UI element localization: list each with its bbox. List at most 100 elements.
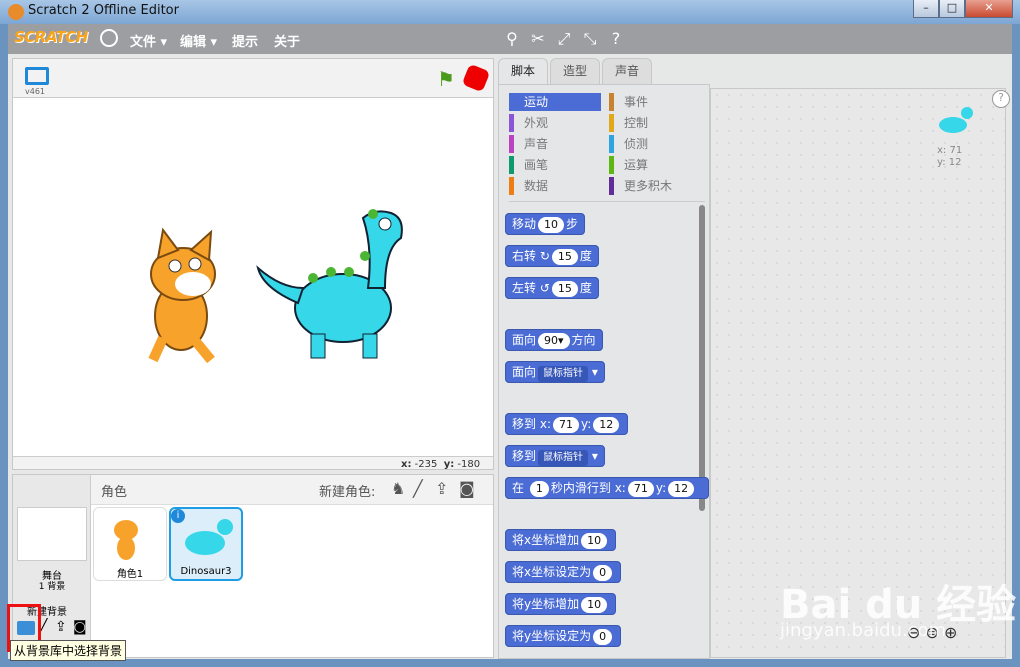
block-input[interactable]: 15	[551, 249, 578, 265]
upload-icon[interactable]: ⇪	[55, 619, 67, 635]
category-item[interactable]: 事件	[609, 93, 701, 111]
help-icon[interactable]: ?	[606, 29, 626, 49]
block-goto-xy[interactable]: 移到 x: 71 y: 12	[505, 413, 629, 435]
block-text: 面向	[512, 365, 537, 379]
category-item[interactable]: 更多积木	[609, 177, 701, 195]
block-input[interactable]: 0	[593, 565, 613, 581]
block-set-x[interactable]: 将x坐标设定为 0	[505, 561, 622, 583]
block-dropdown[interactable]: 鼠标指针	[538, 450, 589, 466]
edit-menu-label: 编辑	[180, 35, 207, 50]
info-icon[interactable]: i	[171, 509, 185, 523]
grow-icon[interactable]: ⤢	[554, 29, 574, 49]
fullscreen-icon[interactable]	[25, 67, 49, 85]
maximize-button[interactable]: □	[939, 0, 965, 18]
duplicate-icon[interactable]: ⚲	[502, 29, 522, 49]
category-item[interactable]: 侦测	[609, 135, 701, 153]
sprite-library-icon[interactable]: ♞	[391, 479, 405, 498]
camera-icon[interactable]: ◙	[73, 619, 87, 635]
paint-sprite-icon[interactable]: ╱	[413, 479, 423, 498]
delete-icon[interactable]: ✂	[528, 29, 548, 49]
cat-sprite[interactable]	[148, 227, 216, 364]
sprite-card-dinosaur[interactable]: i Dinosaur3	[169, 507, 243, 581]
cat-thumbnail	[114, 520, 138, 560]
editor-tabs: 脚本 造型 声音	[498, 58, 658, 84]
block-goto[interactable]: 移到 鼠标指针 ▾	[505, 445, 605, 467]
category-item[interactable]: 控制	[609, 114, 701, 132]
category-item[interactable]: 画笔	[509, 156, 601, 174]
backdrop-count: 1 背景	[38, 582, 66, 592]
block-input[interactable]: 90▾	[538, 333, 570, 349]
block-text: 右转	[512, 249, 537, 263]
tab-sounds[interactable]: 声音	[602, 58, 652, 84]
editor-main: v461 ⚑ x: -235 y: -180 舞台 1 背景 新建背景 ╱ ⇪ …	[8, 54, 1012, 659]
sprite-x-readout: x: 71	[937, 145, 963, 156]
version-label: v461	[25, 87, 46, 96]
stage-area: v461 ⚑ x: -235 y: -180	[12, 58, 494, 470]
upload-sprite-icon[interactable]: ⇪	[435, 479, 448, 498]
block-input[interactable]: 10	[581, 597, 608, 613]
block-input[interactable]: 1	[529, 481, 549, 497]
block-input[interactable]: 10	[538, 217, 565, 233]
help-icon[interactable]: ?	[992, 90, 1010, 108]
shrink-icon[interactable]: ⤡	[580, 29, 600, 49]
scratch-logo[interactable]: SCRATCH	[14, 28, 88, 50]
block-text: 在	[512, 481, 525, 495]
green-flag-icon[interactable]: ⚑	[437, 67, 455, 91]
sprite-name: 角色1	[116, 569, 144, 580]
block-point-towards[interactable]: 面向 鼠标指针 ▾	[505, 361, 605, 383]
edit-menu[interactable]: 编辑 ▾	[180, 31, 217, 50]
file-menu[interactable]: 文件 ▾	[130, 31, 167, 50]
tooltip: 从背景库中选择背景	[10, 640, 127, 661]
block-move[interactable]: 移动 10 步	[505, 213, 586, 235]
palette-scrollbar[interactable]	[699, 205, 705, 511]
globe-icon[interactable]	[100, 29, 118, 47]
sprite-card-cat[interactable]: 角色1	[93, 507, 167, 581]
block-text: 将x坐标设定为	[512, 565, 592, 579]
block-change-x[interactable]: 将x坐标增加 10	[505, 529, 617, 551]
block-input[interactable]: 71	[553, 417, 579, 433]
block-text: 左转	[512, 281, 537, 295]
category-item[interactable]: 数据	[509, 177, 601, 195]
category-item[interactable]: 声音	[509, 135, 601, 153]
block-dropdown[interactable]: 鼠标指针	[538, 366, 589, 382]
about-menu[interactable]: 关于	[274, 31, 300, 50]
block-glide[interactable]: 在 1 秒内滑行到 x: 71 y: 12	[505, 477, 709, 499]
menu-bar: SCRATCH 文件 ▾ 编辑 ▾ 提示 关于 ⚲ ✂ ⤢ ⤡ ?	[8, 24, 1012, 54]
tips-menu[interactable]: 提示	[232, 31, 258, 50]
stage-coordinates: x: -235 y: -180	[401, 459, 480, 470]
block-point-direction[interactable]: 面向 90▾ 方向	[505, 329, 603, 351]
tab-costumes[interactable]: 造型	[550, 58, 600, 84]
block-input[interactable]: 12	[593, 417, 620, 433]
stage-thumbnail[interactable]	[17, 507, 87, 561]
stage-canvas[interactable]	[13, 97, 493, 457]
block-text: x:	[614, 481, 626, 495]
stop-icon[interactable]	[461, 63, 491, 93]
dino-sprite-thumb	[939, 107, 973, 133]
minimize-button[interactable]: –	[913, 0, 939, 18]
sprites-title: 角色	[101, 485, 128, 500]
block-change-y[interactable]: 将y坐标增加 10	[505, 593, 617, 615]
block-input[interactable]: 0	[593, 629, 613, 645]
dinosaur-sprite[interactable]	[256, 209, 403, 359]
block-input[interactable]: 10	[581, 533, 608, 549]
rotate-cw-icon: ↻	[539, 249, 550, 263]
close-button[interactable]: ✕	[965, 0, 1013, 18]
block-turn-left[interactable]: 左转 ↺ 15 度	[505, 277, 599, 299]
block-set-y[interactable]: 将y坐标设定为 0	[505, 625, 622, 647]
block-input[interactable]: 71	[627, 481, 654, 497]
block-text: 步	[566, 217, 579, 231]
x-label: x:	[401, 459, 412, 470]
block-text: 将y坐标增加	[512, 597, 580, 611]
title-bar: Scratch 2 Offline Editor – □ ✕	[0, 0, 1020, 24]
category-item[interactable]: 运算	[609, 156, 701, 174]
camera-sprite-icon[interactable]: ◙	[459, 479, 475, 498]
category-grid: 运动 事件 外观 控制 声音 侦测 画笔 运算 数据 更多积木	[509, 93, 709, 195]
block-input[interactable]: 12	[668, 481, 695, 497]
tab-scripts[interactable]: 脚本	[498, 58, 548, 84]
block-turn-right[interactable]: 右转 ↻ 15 度	[505, 245, 599, 267]
block-text: x:	[539, 417, 551, 431]
block-input[interactable]: 15	[551, 281, 578, 297]
new-sprite-label: 新建角色:	[319, 485, 376, 500]
category-item[interactable]: 运动	[509, 93, 601, 111]
category-item[interactable]: 外观	[509, 114, 601, 132]
